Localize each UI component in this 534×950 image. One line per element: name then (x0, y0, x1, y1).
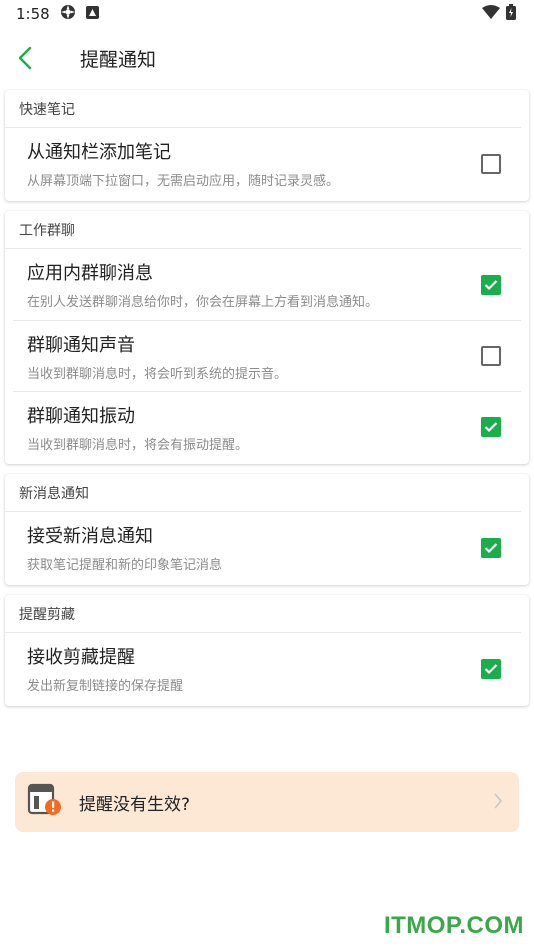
check-icon (484, 542, 498, 553)
check-icon (484, 422, 498, 433)
section-new-message: 新消息通知 接受新消息通知 获取笔记提醒和新的印象笔记消息 (5, 474, 529, 585)
setting-row-group-sound[interactable]: 群聊通知声音 当收到群聊消息时，将会听到系统的提示音。 (13, 320, 521, 391)
app-bar: 提醒通知 (0, 28, 534, 88)
setting-title: 从通知栏添加笔记 (27, 142, 171, 163)
section-header: 新消息通知 (5, 474, 521, 512)
status-left: 1:58 (16, 4, 99, 24)
battery-icon (506, 4, 516, 24)
watermark: ITMOP.COM (383, 912, 524, 939)
checkbox-checked[interactable] (481, 658, 501, 679)
section-header: 快速笔记 (5, 90, 521, 128)
setting-row-in-app-group-message[interactable]: 应用内群聊消息 在别人发送群聊消息给你时，你会在屏幕上方看到消息通知。 (5, 249, 529, 320)
section-quick-note: 快速笔记 从通知栏添加笔记 从屏幕顶端下拉窗口，无需启动应用，随时记录灵感。 (5, 90, 529, 201)
checkbox-checked[interactable] (481, 274, 501, 295)
setting-subtitle: 在别人发送群聊消息给你时，你会在屏幕上方看到消息通知。 (27, 295, 379, 310)
back-button[interactable] (18, 38, 48, 78)
help-label: 提醒没有生效? (79, 794, 191, 815)
checkbox[interactable] (481, 346, 501, 366)
checkbox-checked[interactable] (481, 537, 501, 558)
settings-status-icon (60, 4, 76, 24)
section-header: 提醒剪藏 (5, 595, 521, 633)
setting-title: 接受新消息通知 (27, 526, 153, 547)
setting-row-new-message[interactable]: 接受新消息通知 获取笔记提醒和新的印象笔记消息 (5, 512, 529, 583)
device-warning-icon (27, 783, 63, 821)
status-bar: 1:58 (0, 0, 534, 28)
check-icon (484, 279, 498, 290)
chevron-right-icon (493, 792, 503, 814)
checkbox-checked[interactable] (481, 417, 501, 437)
setting-row-clip-reminder[interactable]: 接收剪藏提醒 发出新复制链接的保存提醒 (5, 633, 529, 704)
status-right (482, 4, 516, 24)
check-icon (484, 663, 498, 674)
setting-subtitle: 获取笔记提醒和新的印象笔记消息 (27, 558, 223, 573)
setting-title: 群聊通知振动 (27, 405, 135, 427)
setting-subtitle: 当收到群聊消息时，将会听到系统的提示音。 (27, 366, 288, 382)
setting-title: 应用内群聊消息 (27, 263, 153, 284)
page-title: 提醒通知 (80, 48, 157, 71)
setting-row-group-vibration[interactable]: 群聊通知振动 当收到群聊消息时，将会有振动提醒。 (13, 391, 521, 462)
status-time: 1:58 (16, 5, 50, 23)
app-status-icon (85, 5, 99, 23)
setting-subtitle: 发出新复制链接的保存提醒 (27, 679, 184, 694)
chevron-left-icon (18, 46, 32, 70)
setting-subtitle: 从屏幕顶端下拉窗口，无需启动应用，随时记录灵感。 (27, 174, 340, 189)
wifi-icon (482, 5, 500, 23)
setting-title: 接收剪藏提醒 (27, 647, 135, 668)
section-header: 工作群聊 (5, 211, 521, 249)
checkbox[interactable] (481, 153, 501, 174)
setting-row-notification-bar-note[interactable]: 从通知栏添加笔记 从屏幕顶端下拉窗口，无需启动应用，随时记录灵感。 (5, 128, 529, 199)
reminder-not-working-button[interactable]: 提醒没有生效? (15, 772, 519, 832)
setting-title: 群聊通知声音 (27, 334, 135, 356)
section-work-group-chat: 工作群聊 应用内群聊消息 在别人发送群聊消息给你时，你会在屏幕上方看到消息通知。… (5, 211, 529, 464)
section-clip-reminder: 提醒剪藏 接收剪藏提醒 发出新复制链接的保存提醒 (5, 595, 529, 706)
setting-subtitle: 当收到群聊消息时，将会有振动提醒。 (27, 437, 249, 453)
